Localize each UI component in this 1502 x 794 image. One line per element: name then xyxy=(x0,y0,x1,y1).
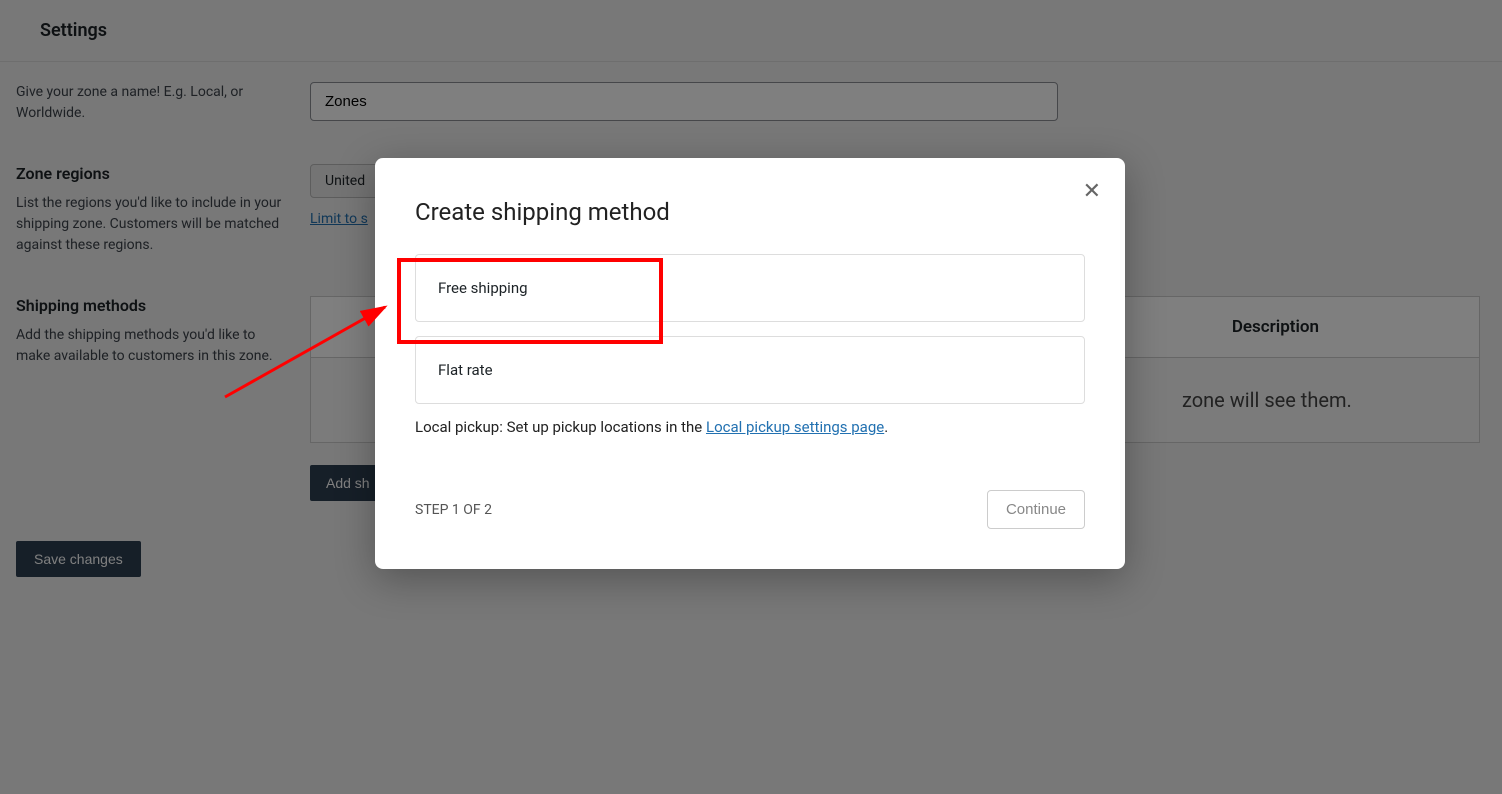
modal-footer: STEP 1 OF 2 Continue xyxy=(415,490,1085,529)
local-pickup-settings-link[interactable]: Local pickup settings page xyxy=(706,418,884,436)
close-icon[interactable]: ✕ xyxy=(1083,180,1101,202)
modal-title: Create shipping method xyxy=(415,198,1085,226)
continue-button[interactable]: Continue xyxy=(987,490,1085,529)
step-indicator: STEP 1 OF 2 xyxy=(415,502,492,518)
free-shipping-option[interactable]: Free shipping xyxy=(415,254,1085,322)
pickup-suffix: . xyxy=(884,418,888,436)
free-shipping-label: Free shipping xyxy=(438,279,528,297)
flat-rate-option[interactable]: Flat rate xyxy=(415,336,1085,404)
create-shipping-method-modal: ✕ Create shipping method Free shipping F… xyxy=(375,158,1125,569)
pickup-prefix: Local pickup: Set up pickup locations in… xyxy=(415,418,706,436)
local-pickup-text: Local pickup: Set up pickup locations in… xyxy=(415,418,1085,436)
flat-rate-label: Flat rate xyxy=(438,361,493,379)
